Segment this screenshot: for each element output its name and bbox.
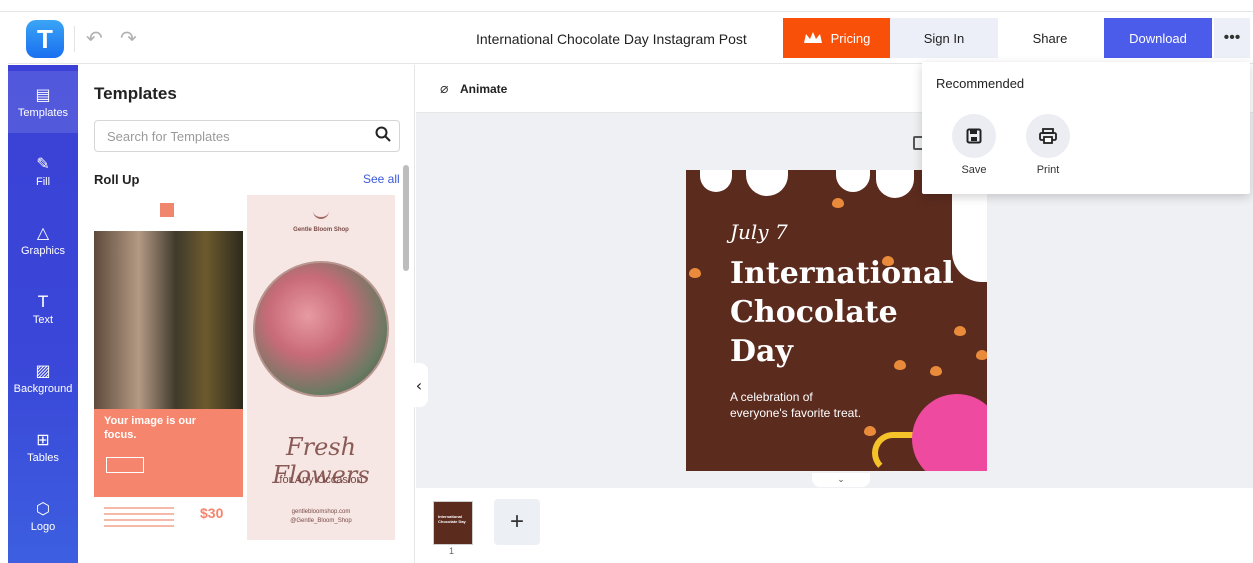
- left-sidebar: ▤ Templates ✎ Fill △ Graphics T Text ▨ B…: [8, 65, 78, 563]
- sidebar-item-label: Text: [32, 313, 54, 326]
- design-title[interactable]: International Chocolate Day: [730, 254, 970, 371]
- design-subtitle[interactable]: A celebration of everyone's favorite tre…: [730, 389, 870, 421]
- redo-icon[interactable]: ↷: [120, 26, 137, 50]
- sidebar-item-label: Graphics: [20, 244, 66, 257]
- page-strip: International Chocolate Day 1 +: [416, 488, 1253, 563]
- chevron-down-icon[interactable]: ⌄: [812, 473, 870, 487]
- lotus-icon: [313, 209, 329, 219]
- animate-button[interactable]: Animate: [460, 82, 507, 96]
- template-subtitle: for Any Occasion: [279, 474, 363, 486]
- icing-drip: [876, 170, 914, 198]
- download-button[interactable]: Download: [1104, 18, 1212, 58]
- sidebar-item-label: Background: [13, 382, 73, 395]
- page-thumbnail[interactable]: International Chocolate Day: [433, 501, 473, 545]
- icing-drip: [746, 170, 788, 196]
- icing-drip: [836, 170, 870, 192]
- template-fine-print: [104, 507, 174, 529]
- template-price: $30: [200, 505, 224, 521]
- templates-icon: ▤: [35, 84, 51, 104]
- sidebar-item-label: Templates: [17, 106, 69, 119]
- text-icon: T: [38, 291, 48, 311]
- menu-title: Recommended: [936, 76, 1025, 91]
- icing-drip: [700, 170, 732, 192]
- print-button[interactable]: Print: [1018, 114, 1078, 176]
- more-options-button[interactable]: •••: [1214, 18, 1250, 58]
- animate-icon[interactable]: ⌀: [440, 81, 448, 97]
- sidebar-item-label: Fill: [35, 175, 51, 188]
- print-label: Print: [1036, 164, 1060, 176]
- thumbnail-text: International Chocolate Day: [438, 514, 466, 524]
- search-icon[interactable]: [374, 125, 392, 143]
- choc-chip: [864, 426, 876, 436]
- design-date[interactable]: July 7: [730, 220, 788, 244]
- background-icon: ▨: [35, 360, 51, 380]
- choc-chip: [832, 198, 844, 208]
- template-headline: Your image is our focus.: [104, 415, 197, 441]
- document-title[interactable]: International Chocolate Day Instagram Po…: [476, 31, 747, 47]
- pricing-button[interactable]: Pricing: [783, 18, 890, 58]
- more-options-menu: Recommended Save Print: [922, 62, 1250, 194]
- pink-donut: [912, 394, 987, 471]
- sidebar-item-label: Logo: [30, 520, 56, 533]
- templates-panel: Templates Roll Up See all Your image is …: [78, 65, 415, 563]
- crown-icon: [803, 32, 822, 43]
- print-icon: [1026, 114, 1070, 158]
- app-header: T ↶ ↷ International Chocolate Day Instag…: [8, 14, 1253, 64]
- search-input[interactable]: [94, 120, 400, 152]
- see-all-link[interactable]: See all: [363, 172, 400, 186]
- template-website: gentlebloomshop.com: [291, 509, 351, 515]
- template-photo: [94, 231, 243, 411]
- header-divider: [74, 26, 75, 52]
- collapse-panel-icon[interactable]: ‹: [410, 363, 428, 407]
- section-title: Roll Up: [94, 172, 140, 187]
- template-logo-mark: [160, 203, 174, 217]
- choc-chip: [976, 350, 987, 360]
- save-icon: [952, 114, 996, 158]
- logo-icon: ⬡: [36, 498, 50, 518]
- sidebar-item-fill[interactable]: ✎ Fill: [8, 140, 78, 202]
- template-handle: @Gentle_Bloom_Shop: [290, 518, 352, 524]
- panel-title: Templates: [94, 84, 177, 103]
- pencil-icon: ✎: [36, 153, 50, 173]
- sidebar-item-tables[interactable]: ⊞ Tables: [8, 416, 78, 478]
- save-button[interactable]: Save: [944, 114, 1004, 176]
- shapes-icon: △: [36, 222, 50, 242]
- template-button-box: [106, 457, 144, 473]
- template-contact: gentlebloomshop.com @Gentle_Bloom_Shop: [247, 508, 395, 526]
- template-brand: Gentle Bloom Shop: [293, 227, 349, 233]
- top-strip: [0, 0, 1253, 12]
- sidebar-item-logo[interactable]: ⬡ Logo: [8, 485, 78, 547]
- pricing-label: Pricing: [830, 30, 871, 46]
- sidebar-item-label: Tables: [27, 451, 59, 464]
- add-page-button[interactable]: +: [494, 499, 540, 545]
- sidebar-item-background[interactable]: ▨ Background: [8, 347, 78, 409]
- app-logo[interactable]: T: [26, 20, 64, 58]
- sign-in-button[interactable]: Sign In: [890, 18, 998, 58]
- template-card-photography[interactable]: Your image is our focus. $30: [94, 195, 243, 540]
- save-label: Save: [961, 164, 987, 176]
- sidebar-item-text[interactable]: T Text: [8, 278, 78, 340]
- undo-icon[interactable]: ↶: [86, 26, 103, 50]
- table-icon: ⊞: [36, 429, 50, 449]
- sidebar-item-graphics[interactable]: △ Graphics: [8, 209, 78, 271]
- flower-photo: [253, 261, 389, 397]
- panel-scrollbar[interactable]: [403, 165, 409, 271]
- page-number: 1: [449, 546, 455, 556]
- sidebar-item-templates[interactable]: ▤ Templates: [8, 71, 78, 133]
- choc-chip: [689, 268, 701, 278]
- template-card-flowers[interactable]: Gentle Bloom Shop Fresh Flowers for Any …: [247, 195, 395, 540]
- share-button[interactable]: Share: [1004, 18, 1096, 58]
- design-canvas[interactable]: July 7 International Chocolate Day A cel…: [686, 170, 987, 471]
